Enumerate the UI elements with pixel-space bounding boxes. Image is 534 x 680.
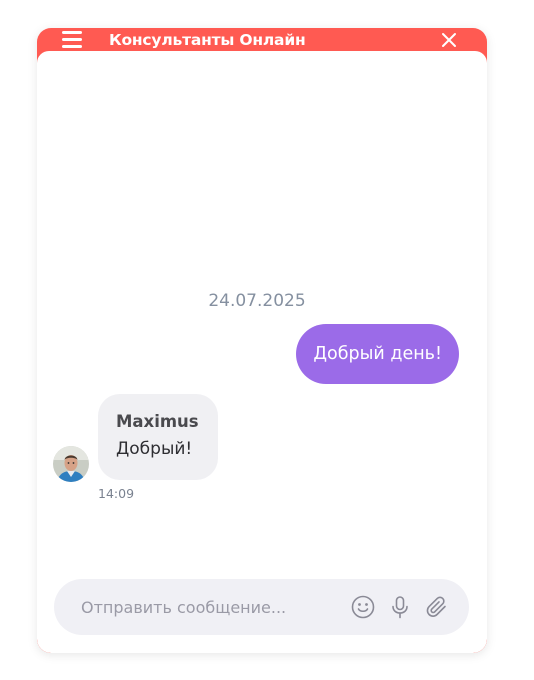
incoming-message: Maximus Добрый!	[98, 394, 218, 480]
message-timestamp: 14:09	[98, 486, 135, 501]
emoji-icon[interactable]	[351, 595, 375, 619]
message-text: Добрый!	[116, 439, 193, 459]
chat-widget: Консультанты Онлайн 24.07.2025 Добрый де…	[37, 28, 487, 653]
microphone-icon[interactable]	[388, 595, 412, 619]
outgoing-message: Добрый день!	[296, 324, 459, 384]
chat-header: Консультанты Онлайн	[37, 28, 487, 52]
paperclip-icon[interactable]	[425, 595, 449, 619]
sender-name: Maximus	[116, 412, 199, 431]
chat-title: Консультанты Онлайн	[109, 31, 306, 49]
chat-body[interactable]: 24.07.2025 Добрый день! Maximus Добрый! …	[37, 51, 487, 653]
close-icon[interactable]	[441, 32, 457, 48]
date-separator: 24.07.2025	[208, 291, 306, 311]
message-composer	[54, 579, 469, 635]
message-input[interactable]	[54, 579, 371, 635]
hamburger-menu-icon[interactable]	[62, 31, 82, 48]
avatar	[53, 446, 89, 482]
